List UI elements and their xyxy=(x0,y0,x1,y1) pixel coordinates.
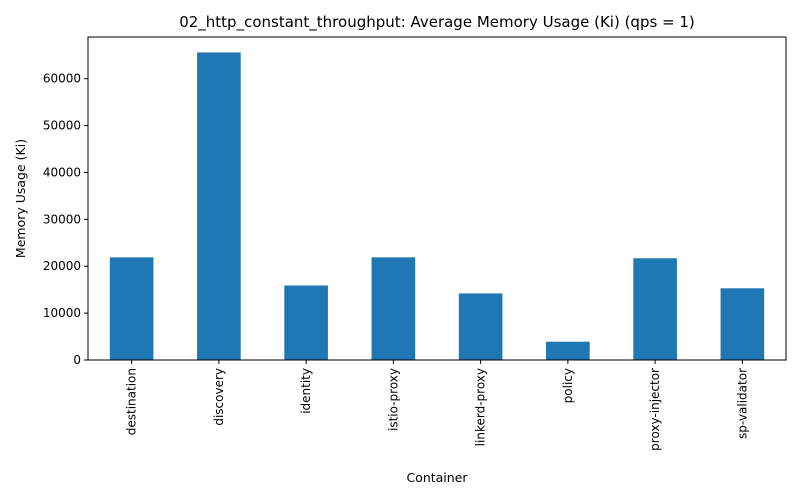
y-tick-label: 30000 xyxy=(43,212,81,226)
y-tick-label: 10000 xyxy=(43,306,81,320)
x-tick-label: sp-validator xyxy=(735,368,749,439)
bar-discovery xyxy=(197,52,241,360)
bar-policy xyxy=(546,341,590,360)
y-axis-label: Memory Usage (Ki) xyxy=(13,139,28,258)
bar-destination xyxy=(109,257,154,360)
x-tick-label: destination xyxy=(125,368,139,435)
bar-sp-validator xyxy=(720,288,765,360)
bar-istio-proxy xyxy=(371,257,416,360)
x-axis-label: Container xyxy=(406,470,468,485)
y-tick-label: 20000 xyxy=(43,259,81,273)
bar-chart: 02_http_constant_throughput: Average Mem… xyxy=(13,13,787,485)
y-tick-label: 40000 xyxy=(43,165,81,179)
y-tick-label: 0 xyxy=(73,353,81,367)
chart-title: 02_http_constant_throughput: Average Mem… xyxy=(179,13,695,32)
x-tick-label: linkerd-proxy xyxy=(474,368,488,446)
bar-linkerd-proxy xyxy=(458,293,503,360)
plot-frame xyxy=(87,36,787,361)
x-axis-ticks: destination discovery identity istio-proxy l… xyxy=(125,360,749,451)
bar-proxy-injector xyxy=(633,258,677,360)
x-tick-label: istio-proxy xyxy=(386,368,400,431)
x-tick-label: discovery xyxy=(212,368,226,426)
bars-group xyxy=(109,52,765,360)
y-tick-label: 50000 xyxy=(43,119,81,133)
bar-identity xyxy=(284,285,328,360)
x-tick-label: identity xyxy=(299,368,313,414)
x-tick-label: proxy-injector xyxy=(648,368,662,451)
y-tick-label: 60000 xyxy=(43,72,81,86)
x-tick-label: policy xyxy=(561,368,575,403)
y-axis-ticks: 0 10000 20000 30000 40000 50000 60000 xyxy=(43,72,88,367)
